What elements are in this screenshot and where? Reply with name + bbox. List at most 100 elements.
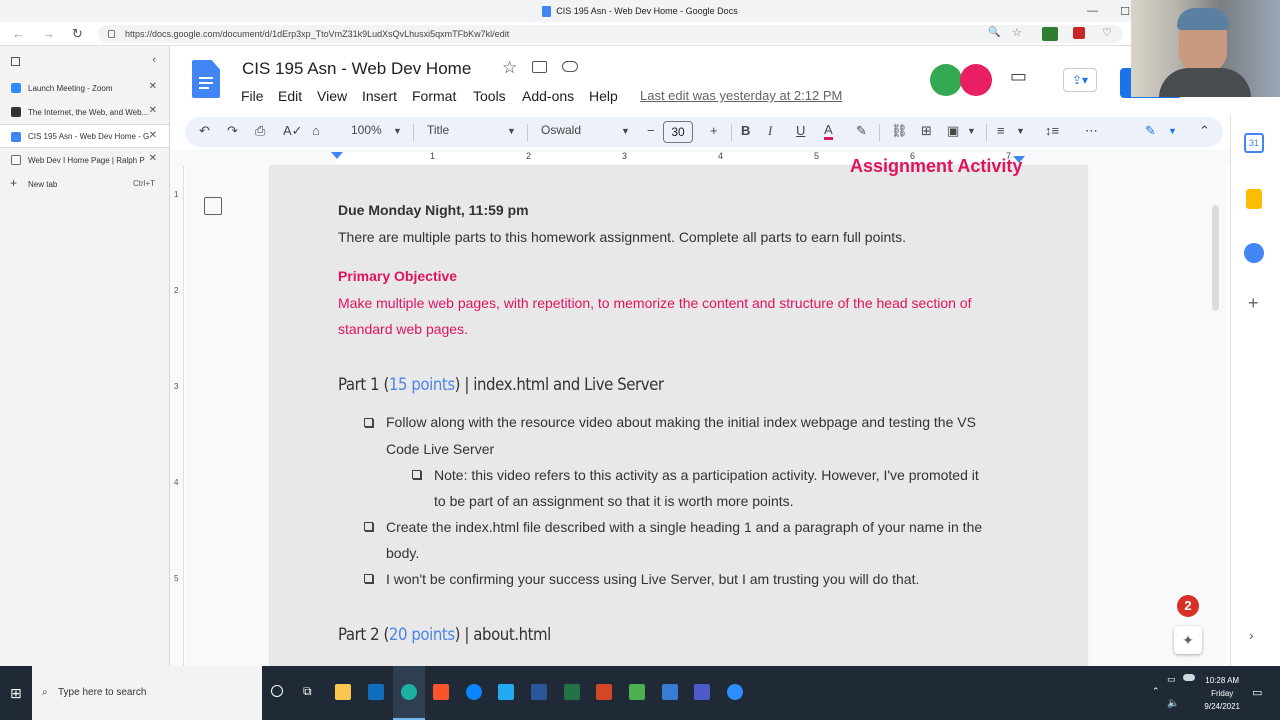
tab-web-dev-home[interactable]: Web Dev I Home Page | Ralph P ✕ [0, 148, 169, 172]
spellcheck-icon[interactable]: A✓ [283, 123, 303, 139]
paint-format-icon[interactable]: ⌂ [312, 123, 320, 138]
keep-icon[interactable] [1246, 189, 1262, 209]
chevron-down-icon[interactable]: ▼ [967, 126, 976, 136]
tab-cis195-docs[interactable]: CIS 195 Asn - Web Dev Home - G ✕ [0, 124, 169, 148]
system-clock[interactable]: 10:28 AM Friday 9/24/2021 [1204, 674, 1240, 713]
menu-format[interactable]: Format [412, 88, 456, 104]
line-spacing-icon[interactable]: ↕≡ [1045, 123, 1059, 138]
close-tab-icon[interactable]: ✕ [149, 81, 157, 92]
document-outline-icon[interactable] [204, 197, 222, 215]
undo-icon[interactable]: ↶ [199, 123, 210, 139]
collaborator-avatar[interactable] [960, 64, 992, 96]
present-button[interactable]: ⇪▾ [1063, 68, 1097, 92]
highlight-icon[interactable]: ✎ [856, 123, 867, 139]
show-side-panel-icon[interactable]: › [1249, 627, 1254, 643]
last-edit-link[interactable]: Last edit was yesterday at 2:12 PM [640, 88, 842, 103]
word-icon[interactable] [531, 684, 547, 700]
taskbar-search[interactable]: ⌕ Type here to search [32, 666, 262, 720]
notification-badge[interactable]: 2 [1177, 595, 1199, 617]
menu-edit[interactable]: Edit [278, 88, 302, 104]
document-page[interactable]: Assignment Activity Due Monday Night, 11… [270, 156, 1087, 666]
move-folder-icon[interactable] [532, 61, 547, 73]
back-icon[interactable]: ← [12, 26, 25, 41]
scrollbar[interactable] [1212, 205, 1219, 311]
menu-addons[interactable]: Add-ons [522, 88, 574, 104]
tasks-icon[interactable] [1244, 243, 1264, 263]
document-title[interactable]: CIS 195 Asn - Web Dev Home [242, 59, 471, 79]
tab-actions-icon[interactable] [11, 57, 20, 66]
firefox-icon[interactable] [466, 684, 482, 700]
extension-icon[interactable] [1073, 27, 1085, 39]
camtasia-icon[interactable] [629, 684, 645, 700]
get-addons-icon[interactable]: + [1248, 293, 1268, 313]
google-docs-logo-icon[interactable] [192, 60, 220, 98]
minimize-button[interactable]: — [1087, 5, 1098, 17]
star-icon[interactable]: ☆ [502, 58, 517, 78]
collapse-toolbar-icon[interactable]: ⌃ [1199, 123, 1210, 139]
tab-internet-web[interactable]: The Internet, the Web, and Web... ✕ [0, 100, 169, 124]
cloud-status-icon[interactable] [562, 61, 578, 72]
pocket-icon[interactable]: ♡ [1102, 26, 1112, 39]
menu-view[interactable]: View [317, 88, 347, 104]
new-tab-button[interactable]: + New tab Ctrl+T [0, 172, 169, 196]
teams-icon[interactable] [694, 684, 710, 700]
reload-icon[interactable]: ↻ [72, 26, 83, 42]
maximize-button[interactable]: ☐ [1120, 5, 1130, 18]
tab-zoom[interactable]: Launch Meeting - Zoom ✕ [0, 76, 169, 100]
zoom-icon[interactable]: 🔍 [988, 27, 1000, 38]
volume-icon[interactable]: 🔈 [1167, 698, 1179, 709]
link-icon[interactable]: ⛓ [891, 123, 908, 139]
increase-font-size-icon[interactable]: + [710, 123, 718, 138]
text-color-icon[interactable]: A [824, 123, 833, 140]
calculator-icon[interactable] [662, 684, 678, 700]
chevron-down-icon[interactable]: ▼ [1168, 126, 1177, 136]
outlook-icon[interactable] [368, 684, 384, 700]
vscode-icon[interactable] [498, 684, 514, 700]
notification-center-icon[interactable]: ▭ [1252, 686, 1262, 699]
horizontal-ruler[interactable]: 1 2 3 4 5 6 7 [170, 150, 1230, 166]
onedrive-icon[interactable] [1183, 674, 1195, 681]
decrease-font-size-icon[interactable]: − [647, 123, 655, 138]
chevron-down-icon[interactable]: ▼ [621, 126, 630, 136]
italic-icon[interactable]: I [768, 123, 772, 139]
zoom-icon[interactable] [727, 684, 743, 700]
address-bar[interactable]: https://docs.google.com/document/d/1dErp… [98, 25, 1123, 43]
tray-icon[interactable]: ▭ [1167, 674, 1176, 685]
align-icon[interactable]: ≡ [997, 123, 1005, 138]
editing-mode-icon[interactable]: ✎ [1145, 123, 1156, 139]
insert-image-icon[interactable]: ▣ [947, 123, 959, 139]
cortana-icon[interactable] [271, 685, 283, 697]
chevron-down-icon[interactable]: ▼ [1016, 126, 1025, 136]
menu-insert[interactable]: Insert [362, 88, 397, 104]
excel-icon[interactable] [564, 684, 580, 700]
explore-icon[interactable]: ✦ [1174, 626, 1202, 654]
menu-help[interactable]: Help [589, 88, 618, 104]
tray-chevron-icon[interactable]: ⌃ [1152, 686, 1160, 697]
comments-icon[interactable]: ▭ [1010, 66, 1027, 87]
add-comment-icon[interactable]: ⊞ [921, 123, 932, 139]
favorites-icon[interactable]: ☆ [1012, 26, 1022, 39]
font-size-input[interactable]: 30 [663, 121, 693, 143]
close-tab-icon[interactable]: ✕ [149, 153, 157, 164]
file-explorer-icon[interactable] [335, 684, 351, 700]
calendar-icon[interactable]: 31 [1244, 133, 1264, 153]
underline-icon[interactable]: U [796, 123, 805, 138]
forward-icon[interactable]: → [42, 26, 55, 41]
collapse-panel-icon[interactable]: ‹ [152, 54, 156, 66]
redo-icon[interactable]: ↷ [227, 123, 238, 139]
extension-beta-icon[interactable] [1042, 27, 1058, 41]
chevron-down-icon[interactable]: ▼ [393, 126, 402, 136]
print-icon[interactable]: ⎙ [255, 123, 265, 139]
windows-start-icon[interactable]: ⊞ [10, 685, 22, 702]
chevron-down-icon[interactable]: ▼ [507, 126, 516, 136]
task-view-icon[interactable]: ⧉ [303, 684, 312, 699]
close-tab-icon[interactable]: ✕ [149, 105, 157, 116]
menu-file[interactable]: File [241, 88, 264, 104]
paragraph-style-select[interactable]: Title [427, 123, 449, 137]
zoom-select[interactable]: 100% [351, 123, 382, 137]
close-tab-icon[interactable]: ✕ [149, 130, 157, 141]
more-icon[interactable]: ⋯ [1085, 123, 1098, 139]
vertical-ruler[interactable]: 1 2 3 4 5 [170, 166, 184, 666]
menu-tools[interactable]: Tools [473, 88, 506, 104]
bold-icon[interactable]: B [741, 123, 750, 138]
